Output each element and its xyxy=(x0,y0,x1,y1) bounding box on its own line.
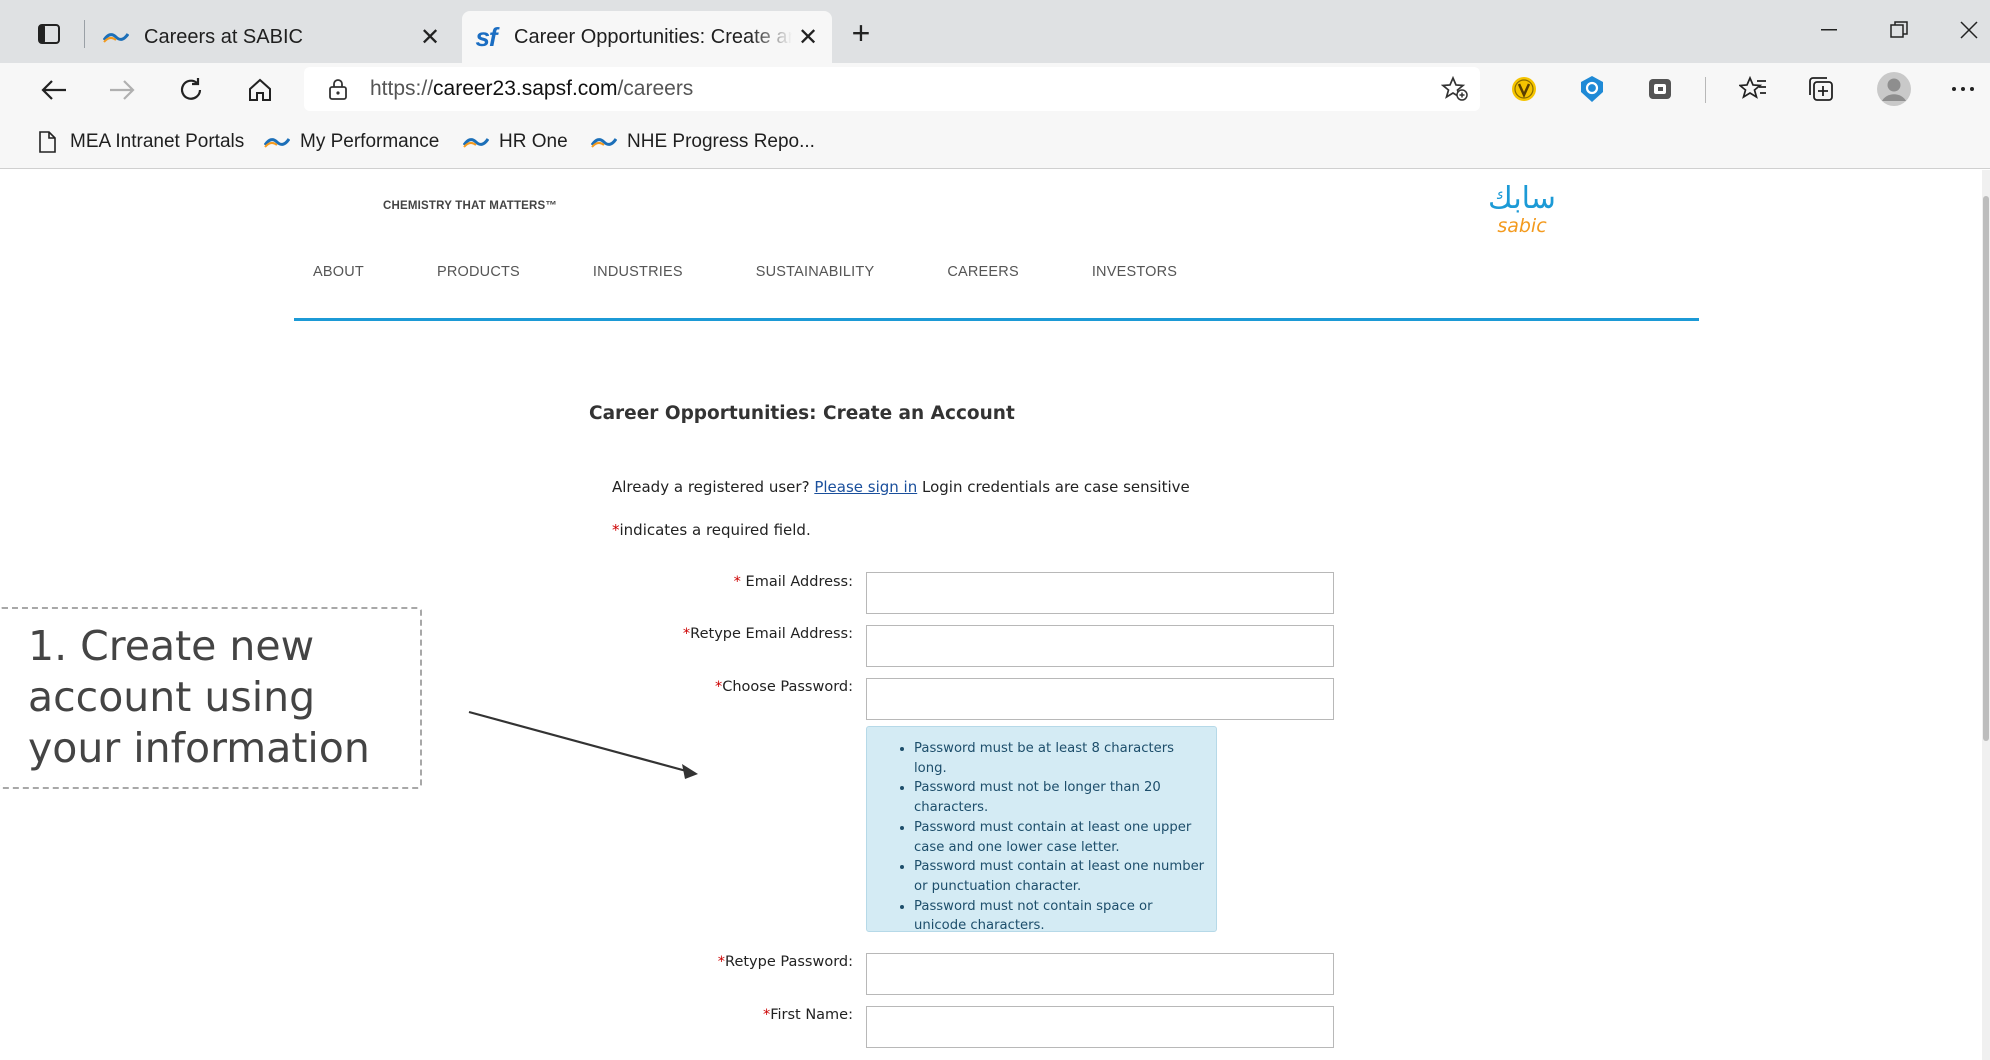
password-rule: Password must contain at least one numbe… xyxy=(914,857,1206,896)
intro-text: Already a registered user? xyxy=(612,478,810,496)
page-icon xyxy=(33,131,61,153)
nav-divider xyxy=(294,318,1699,321)
bookmark-hr-one[interactable]: HR One xyxy=(462,127,568,157)
bookmark-label: NHE Progress Repo... xyxy=(627,131,815,152)
home-icon[interactable] xyxy=(240,70,280,110)
retype-password-label-text: Retype Password: xyxy=(725,954,853,970)
sabic-logo[interactable]: سابك sabic xyxy=(1476,180,1568,240)
site-tagline: CHEMISTRY THAT MATTERS™ xyxy=(383,200,558,212)
close-tab-icon[interactable]: ✕ xyxy=(792,21,824,53)
email-label-text: Email Address: xyxy=(740,574,853,590)
password-requirements: Password must be at least 8 characters l… xyxy=(866,726,1217,933)
required-field-note: *indicates a required field. xyxy=(612,521,811,539)
nav-industries[interactable]: INDUSTRIES xyxy=(593,264,683,280)
page-content: CHEMISTRY THAT MATTERS™ سابك sabic ABOUT… xyxy=(0,170,1990,1060)
annotation-text-content: 1. Create new account using your informa… xyxy=(28,622,370,772)
nav-about[interactable]: ABOUT xyxy=(313,264,364,280)
password-rule: Password must contain at least one upper… xyxy=(914,818,1206,857)
nav-products[interactable]: PRODUCTS xyxy=(437,264,520,280)
annotation-text: 1. Create new account using your informa… xyxy=(28,621,408,774)
tab-strip: Careers at SABIC ✕ sf Career Opportuniti… xyxy=(0,0,1990,63)
more-icon[interactable] xyxy=(1948,74,1978,104)
profile-avatar[interactable] xyxy=(1876,71,1912,107)
v-extension-icon[interactable] xyxy=(1509,74,1539,104)
password-rule: Password must be at least 8 characters l… xyxy=(914,739,1206,778)
tab-title: Careers at SABIC xyxy=(144,25,303,48)
forward-icon[interactable] xyxy=(102,70,142,110)
bookmark-label: My Performance xyxy=(300,131,440,152)
email-label: * Email Address: xyxy=(733,574,853,590)
add-favorite-icon[interactable] xyxy=(1440,75,1470,103)
email-field[interactable] xyxy=(866,572,1334,614)
bookmark-my-performance[interactable]: My Performance xyxy=(263,127,439,157)
tab-separator xyxy=(84,20,85,48)
tab-title: Career Opportunities: Create an Account xyxy=(514,25,792,48)
favorites-icon[interactable] xyxy=(1738,74,1768,104)
bookmark-label: MEA Intranet Portals xyxy=(70,131,245,152)
first-name-label: *First Name: xyxy=(762,1007,853,1023)
successfactors-icon: sf xyxy=(475,21,497,52)
password-rule: Password must not be longer than 20 char… xyxy=(914,778,1206,817)
sabic-wave-icon xyxy=(263,131,291,153)
password-rule: Password must not contain space or unico… xyxy=(914,897,1206,936)
bookmark-nhe-progress[interactable]: NHE Progress Repo... xyxy=(590,127,815,157)
url-text: https://career23.sapsf.com/careers xyxy=(370,77,694,100)
back-icon[interactable] xyxy=(34,70,74,110)
required-star: * xyxy=(612,521,620,539)
svg-text:سابك: سابك xyxy=(1488,181,1556,216)
page-scrollbar[interactable] xyxy=(1982,170,1990,1060)
tab-actions-icon[interactable] xyxy=(30,18,68,50)
password-label-text: Choose Password: xyxy=(722,679,853,695)
password-field[interactable] xyxy=(866,678,1334,720)
nav-sustainability[interactable]: SUSTAINABILITY xyxy=(756,264,875,280)
first-name-label-text: First Name: xyxy=(770,1007,853,1023)
close-tab-icon[interactable]: ✕ xyxy=(414,21,446,53)
page-title: Career Opportunities: Create an Account xyxy=(589,403,1015,424)
password-label: *Choose Password: xyxy=(714,679,853,695)
tab-create-account[interactable]: sf Career Opportunities: Create an Accou… xyxy=(462,11,832,63)
lock-icon[interactable] xyxy=(326,78,350,100)
annotation-arrow xyxy=(468,710,698,779)
favorites-bar: MEA Intranet Portals My Performance HR O… xyxy=(0,115,1990,169)
required-note-text: indicates a required field. xyxy=(619,521,811,539)
close-window-icon[interactable] xyxy=(1946,10,1990,50)
sign-in-prompt: Already a registered user? Please sign i… xyxy=(612,478,1190,496)
sabic-wave-icon xyxy=(590,131,618,153)
toolbar-divider xyxy=(1705,77,1706,103)
main-nav: ABOUT PRODUCTS INDUSTRIES SUSTAINABILITY… xyxy=(313,264,1250,280)
minimize-icon[interactable] xyxy=(1806,10,1852,50)
retype-password-label: *Retype Password: xyxy=(717,954,853,970)
tab-careers-at-sabic[interactable]: Careers at SABIC ✕ xyxy=(92,11,454,63)
retype-password-field[interactable] xyxy=(866,953,1334,995)
browser-toolbar: https://career23.sapsf.com/careers xyxy=(0,63,1990,115)
first-name-field[interactable] xyxy=(866,1006,1334,1048)
restore-icon[interactable] xyxy=(1876,10,1922,50)
puzzle-extension-icon[interactable] xyxy=(1645,74,1675,104)
collections-icon[interactable] xyxy=(1806,74,1836,104)
sabic-wave-icon xyxy=(462,131,490,153)
bookmark-label: HR One xyxy=(499,131,568,152)
retype-email-field[interactable] xyxy=(866,625,1334,667)
nav-careers[interactable]: CAREERS xyxy=(947,264,1019,280)
shield-extension-icon[interactable] xyxy=(1577,74,1607,104)
retype-email-label: *Retype Email Address: xyxy=(682,626,853,642)
sabic-wave-icon xyxy=(102,27,130,47)
refresh-icon[interactable] xyxy=(171,70,211,110)
nav-investors[interactable]: INVESTORS xyxy=(1092,264,1177,280)
sign-in-link[interactable]: Please sign in xyxy=(814,478,917,496)
svg-text:sabic: sabic xyxy=(1497,215,1547,237)
address-bar[interactable]: https://career23.sapsf.com/careers xyxy=(304,67,1480,111)
bookmark-mea-intranet[interactable]: MEA Intranet Portals xyxy=(33,127,244,157)
scrollbar-thumb[interactable] xyxy=(1983,196,1989,741)
retype-email-label-text: Retype Email Address: xyxy=(690,626,853,642)
case-sensitive-note: Login credentials are case sensitive xyxy=(922,478,1190,496)
new-tab-button[interactable]: + xyxy=(843,16,879,52)
